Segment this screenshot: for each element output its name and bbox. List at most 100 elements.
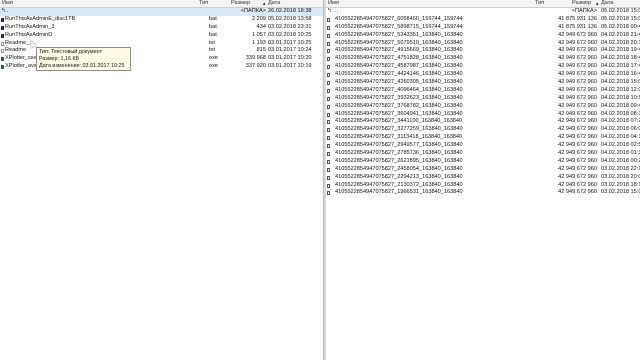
left-column-header: Имя Тип Размер ▲ Дата — [0, 0, 323, 8]
right-col-name[interactable]: Имя — [328, 0, 339, 6]
file-name: RunThisAsAdminD — [5, 31, 53, 38]
right-file-row[interactable]: 4105522854947075827_4260305_163840_16384… — [326, 79, 640, 87]
right-file-panel[interactable]: Имя Тип Размер ▲ Дата ↰.. <ПАПКА> 05.02.20… — [326, 0, 640, 360]
file-type: bat — [209, 23, 217, 30]
file-icon — [327, 167, 330, 172]
arrow-up-icon: ▲ — [262, 1, 267, 6]
right-col-size[interactable]: Размер — [572, 0, 591, 6]
right-file-row[interactable]: 4105522854947075827_2785736_163840_16384… — [326, 150, 640, 158]
file-size: 42 949 672 960 — [558, 157, 597, 164]
file-date: 05.02.2018 15:0 — [601, 8, 640, 14]
right-col-type[interactable]: Тип — [535, 0, 544, 6]
file-name: 4105522854947075827_5079510_163840_16384… — [335, 39, 463, 46]
file-name: RunThisAsAdminE_disc1TB — [5, 15, 76, 22]
right-file-row[interactable]: ↰.. <ПАПКА> 05.02.2018 15:0 — [326, 8, 640, 16]
file-name: 4105522854947075827_6058460_159744_15974… — [335, 15, 463, 22]
file-name: Readme — [5, 47, 27, 54]
file-size: 42 949 672 960 — [558, 189, 597, 196]
file-size: 42 949 672 960 — [558, 102, 597, 109]
file-name: 4105522854947075827_5243351_163840_16384… — [335, 31, 463, 38]
right-file-row[interactable]: 4105522854947075827_3441100_163840_16384… — [326, 118, 640, 126]
file-date: 04.02.2018 09:4 — [601, 102, 640, 109]
file-size: 42 949 672 960 — [558, 126, 597, 133]
file-name: 4105522854947075827_2949577_163840_16384… — [335, 142, 463, 149]
file-type: exe — [209, 63, 219, 70]
right-file-row[interactable]: 4105522854947075827_4915669_163840_16384… — [326, 47, 640, 55]
file-name: 4105522854947075827_3277259_163840_16384… — [335, 126, 463, 133]
file-date: 04.02.2018 04:1 — [601, 134, 640, 141]
right-col-date[interactable]: Дата — [601, 0, 613, 6]
file-icon — [327, 175, 330, 180]
right-file-row[interactable]: 4105522854947075827_1966531_163840_16384… — [326, 189, 640, 197]
file-size: 339 968 — [245, 55, 266, 62]
application-icon — [1, 57, 4, 62]
file-date: 03.01.2017 10:20 — [268, 55, 312, 62]
file-name: 4105522854947075827_4915669_163840_16384… — [335, 47, 463, 54]
right-file-row[interactable]: 4105522854947075827_6058460_159744_15974… — [326, 16, 640, 24]
left-col-type[interactable]: Тип — [199, 0, 208, 6]
right-file-row[interactable]: 4105522854947075827_3932623_163840_16384… — [326, 95, 640, 103]
tooltip-size: Размер: 1,16 КБ — [39, 55, 80, 62]
text-file-icon — [1, 49, 4, 54]
right-file-row[interactable]: 4105522854947075827_2458054_163840_16384… — [326, 166, 640, 174]
file-name: 4105522854947075827_3932623_163840_16384… — [335, 94, 463, 101]
file-date: 03.01.2017 10:25 — [268, 39, 312, 46]
tooltip-date: Дата изменения: 03.01.2017 10:25 — [39, 62, 125, 69]
file-date: 03.01.2017 10:24 — [268, 47, 312, 54]
file-size: 42 949 672 960 — [558, 142, 597, 149]
right-file-row[interactable]: 4105522854947075827_5243351_163840_16384… — [326, 32, 640, 40]
left-col-size[interactable]: Размер — [231, 0, 250, 6]
file-name: Readme_ — [5, 39, 30, 46]
file-size: 42 949 672 960 — [558, 55, 597, 62]
file-name: 4105522854947075827_4096464_163840_16384… — [335, 86, 463, 93]
file-size: <ПАПКА> — [571, 8, 597, 14]
right-file-row[interactable]: 4105522854947075827_2130372_163840_16384… — [326, 182, 640, 190]
file-size: 434 — [256, 23, 266, 30]
file-size: 41 875 931 136 — [558, 15, 597, 22]
file-icon — [327, 120, 330, 125]
right-file-row[interactable]: 4105522854947075827_3768782_163840_16384… — [326, 103, 640, 111]
file-icon — [327, 152, 330, 157]
left-file-row[interactable]: ↰.. <ПАПКА> 26.02.2018 18:38 — [0, 8, 323, 16]
right-file-row[interactable]: 4105522854947075827_2621895_163840_16384… — [326, 158, 640, 166]
file-date: 04.02.2018 21:4 — [601, 31, 640, 38]
file-date: 04.02.2018 02:5 — [601, 142, 640, 149]
right-file-row[interactable]: 4105522854947075827_4751828_163840_16384… — [326, 55, 640, 63]
file-icon — [327, 88, 330, 93]
left-file-panel[interactable]: Имя Тип Размер ▲ Дата ↰.. <ПАПКА> 26.02.20… — [0, 0, 323, 360]
right-file-row[interactable]: 4105522854947075827_5079510_163840_16384… — [326, 40, 640, 48]
file-name: 4105522854947075827_2458054_163840_16384… — [335, 165, 463, 172]
tooltip-type: Тип: Текстовый документ — [39, 48, 103, 55]
right-file-row[interactable]: 4105522854947075827_4096464_163840_16384… — [326, 87, 640, 95]
file-date: 04.02.2018 01:3 — [601, 150, 640, 157]
right-column-header: Имя Тип Размер ▲ Дата — [326, 0, 640, 8]
file-size: 2 209 — [252, 15, 266, 22]
file-icon — [327, 81, 330, 86]
right-file-row[interactable]: 4105522854947075827_3113418_163840_16384… — [326, 134, 640, 142]
file-icon — [327, 183, 330, 188]
file-size: 42 949 672 960 — [558, 94, 597, 101]
right-file-row[interactable]: 4105522854947075827_4587987_163840_16384… — [326, 63, 640, 71]
right-file-row[interactable]: 4105522854947075827_3604941_163840_16384… — [326, 111, 640, 119]
file-icon — [327, 136, 330, 141]
file-icon — [327, 41, 330, 46]
file-name: 4105522854947075827_3604941_163840_16384… — [335, 110, 463, 117]
left-file-row[interactable]: RunThisAsAdminE_disc1TB bat 2 209 05.02.201… — [0, 16, 323, 24]
right-file-row[interactable]: 4105522854947075827_3277259_163840_16384… — [326, 126, 640, 134]
file-name: 4105522854947075827_4424146_163840_16384… — [335, 71, 463, 78]
file-date: 03.02.2018 10:25 — [268, 31, 312, 38]
left-col-date[interactable]: Дата — [268, 0, 280, 6]
file-date: 04.02.2018 15:0 — [601, 79, 640, 86]
file-size: 1 057 — [252, 31, 266, 38]
right-file-row[interactable]: 4105522854947075827_2949577_163840_16384… — [326, 142, 640, 150]
file-size: 42 949 672 960 — [558, 39, 597, 46]
left-file-row[interactable]: RunThisAsAdminD bat 1 057 03.02.2018 10:25 — [0, 32, 323, 40]
right-file-row[interactable]: 4105522854947075827_4424146_163840_16384… — [326, 71, 640, 79]
left-col-name[interactable]: Имя — [2, 0, 13, 6]
right-file-row[interactable]: 4105522854947075827_5898715_159744_15974… — [326, 24, 640, 32]
file-date: 04.02.2018 17:4 — [601, 63, 640, 70]
right-file-row[interactable]: 4105522854947075827_2294213_163840_16384… — [326, 174, 640, 182]
file-name: 4105522854947075827_5898715_159744_15974… — [335, 23, 463, 30]
left-file-row[interactable]: RunThisAsAdmin_3 bat 434 03.02.2018 23:31 — [0, 24, 323, 32]
file-size: 42 949 672 960 — [558, 150, 597, 157]
